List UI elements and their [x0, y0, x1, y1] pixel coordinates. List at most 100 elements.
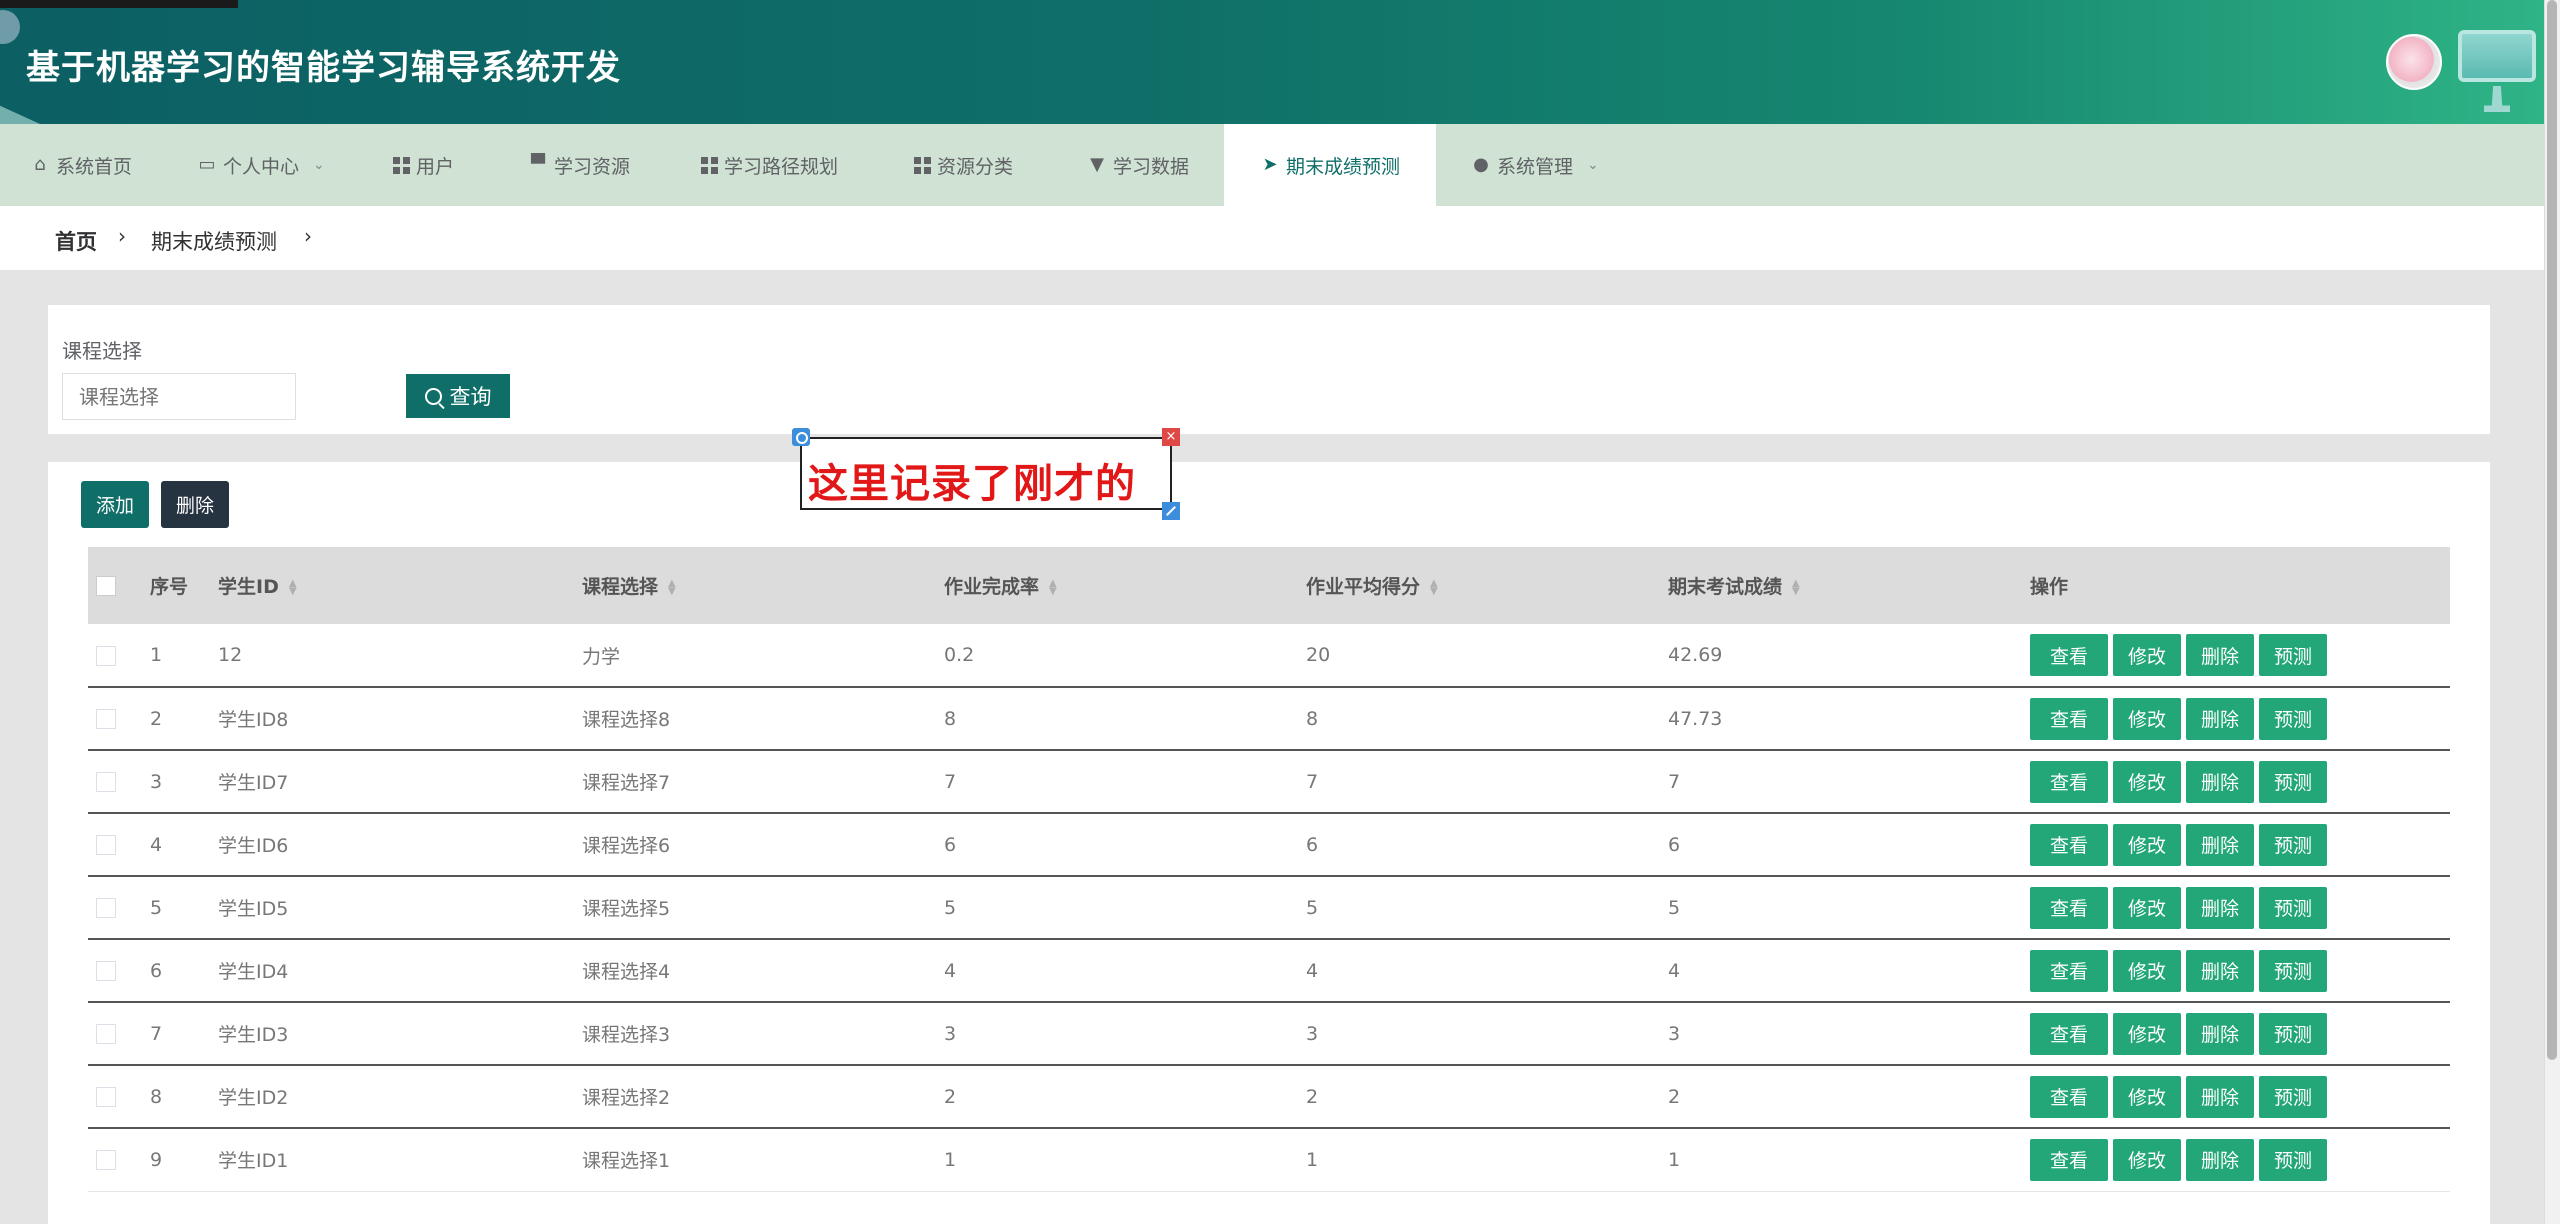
- header-completion-rate[interactable]: 作业完成率 ▲ ▼: [944, 547, 1306, 624]
- breadcrumb-current[interactable]: 期末成绩预测: [151, 226, 277, 256]
- header-final-score-label: 期末考试成绩: [1668, 576, 1783, 598]
- sort-icon[interactable]: ▲ ▼: [1049, 578, 1057, 596]
- delete-button[interactable]: 删除: [2186, 634, 2254, 676]
- delete-button[interactable]: 删除: [2186, 697, 2254, 740]
- nav-learning-path[interactable]: 学习路径规划: [701, 124, 838, 206]
- header-completion-rate-label: 作业完成率: [944, 576, 1040, 598]
- nav-label: 个人中心: [223, 155, 300, 178]
- delete-button[interactable]: 删除: [2186, 1012, 2254, 1055]
- cell-course: 课程选择8: [582, 687, 944, 751]
- cell-completion-rate: 1: [944, 1128, 1306, 1192]
- grid-icon: [393, 156, 410, 174]
- row-checkbox[interactable]: [96, 1150, 116, 1171]
- nav-resource-category[interactable]: 资源分类: [914, 124, 1013, 206]
- nav-label: 系统管理: [1497, 155, 1574, 178]
- row-checkbox[interactable]: [96, 835, 116, 855]
- nav-label: 学习资源: [554, 155, 631, 178]
- nav-learning-data[interactable]: ▼ 学习数据: [1087, 124, 1189, 206]
- scrollbar-thumb[interactable]: [2547, 0, 2557, 1060]
- table-row: 3 学生ID7 课程选择7 7 7 7 查看 修改 删除 预测: [88, 750, 2450, 814]
- delete-button[interactable]: 删除: [2186, 949, 2254, 992]
- row-select-cell: [88, 624, 150, 688]
- nav-learning-resources[interactable]: ▀ 学习资源: [528, 124, 630, 206]
- header-avg-score[interactable]: 作业平均得分 ▲ ▼: [1306, 547, 1668, 624]
- course-select-input[interactable]: [62, 373, 296, 420]
- row-checkbox[interactable]: [96, 709, 116, 729]
- view-button[interactable]: 查看: [2030, 760, 2108, 803]
- nav-home[interactable]: ⌂ 系统首页: [30, 124, 132, 206]
- cell-index: 5: [150, 876, 218, 940]
- cell-avg-score: 7: [1306, 750, 1668, 814]
- predict-button[interactable]: 预测: [2259, 823, 2327, 866]
- header-final-score[interactable]: 期末考试成绩 ▲ ▼: [1668, 547, 2030, 624]
- view-button[interactable]: 查看: [2030, 1138, 2108, 1181]
- predict-button[interactable]: 预测: [2259, 1012, 2327, 1055]
- cell-course: 课程选择5: [582, 876, 944, 940]
- edit-button[interactable]: 修改: [2113, 1075, 2181, 1118]
- row-checkbox[interactable]: [96, 898, 116, 918]
- edit-button[interactable]: 修改: [2113, 1138, 2181, 1181]
- header-student-id[interactable]: 学生ID ▲ ▼: [218, 547, 582, 624]
- row-checkbox[interactable]: [96, 961, 116, 981]
- add-button[interactable]: 添加: [81, 481, 149, 528]
- row-checkbox[interactable]: [96, 772, 116, 792]
- avatar[interactable]: [2386, 34, 2442, 90]
- header-course[interactable]: 课程选择 ▲ ▼: [582, 547, 944, 624]
- sort-icon[interactable]: ▲ ▼: [668, 578, 676, 596]
- sort-icon[interactable]: ▲ ▼: [1430, 578, 1438, 596]
- nav-final-score-prediction[interactable]: ➤ 期末成绩预测: [1224, 124, 1436, 206]
- edit-button[interactable]: 修改: [2113, 760, 2181, 803]
- predict-button[interactable]: 预测: [2259, 1075, 2327, 1118]
- edit-button[interactable]: 修改: [2113, 949, 2181, 992]
- breadcrumb-separator: ›: [118, 224, 126, 248]
- cell-completion-rate: 5: [944, 876, 1306, 940]
- nav-personal-center[interactable]: ▭ 个人中心 ⌄: [197, 124, 324, 206]
- predict-button[interactable]: 预测: [2259, 634, 2327, 676]
- predict-button[interactable]: 预测: [2259, 760, 2327, 803]
- row-checkbox[interactable]: [96, 1024, 116, 1044]
- delete-button[interactable]: 删除: [2186, 760, 2254, 803]
- view-button[interactable]: 查看: [2030, 886, 2108, 929]
- bulk-delete-button[interactable]: 删除: [161, 481, 229, 528]
- query-button[interactable]: 查询: [406, 374, 510, 418]
- row-select-cell: [88, 939, 150, 1003]
- nav-system-management[interactable]: ● 系统管理 ⌄: [1471, 124, 1599, 206]
- delete-button[interactable]: 删除: [2186, 1075, 2254, 1118]
- predict-button[interactable]: 预测: [2259, 697, 2327, 740]
- edit-button[interactable]: 修改: [2113, 1012, 2181, 1055]
- predict-button[interactable]: 预测: [2259, 1138, 2327, 1181]
- edit-button[interactable]: 修改: [2113, 823, 2181, 866]
- view-button[interactable]: 查看: [2030, 1075, 2108, 1118]
- sort-icon[interactable]: ▲ ▼: [1792, 578, 1800, 596]
- edit-button[interactable]: 修改: [2113, 697, 2181, 740]
- resize-handle-icon[interactable]: [1162, 502, 1180, 520]
- cell-index: 7: [150, 1002, 218, 1066]
- sort-icon[interactable]: ▲ ▼: [289, 578, 297, 596]
- table-row: 9 学生ID1 课程选择1 1 1 1 查看 修改 删除 预测: [88, 1128, 2450, 1192]
- predict-button[interactable]: 预测: [2259, 949, 2327, 992]
- rotate-handle-icon[interactable]: [792, 428, 810, 446]
- nav-users[interactable]: 用户: [393, 124, 454, 206]
- row-checkbox[interactable]: [96, 645, 116, 666]
- delete-button[interactable]: 删除: [2186, 886, 2254, 929]
- home-icon: ⌂: [34, 154, 46, 175]
- row-checkbox[interactable]: [96, 1087, 116, 1107]
- view-button[interactable]: 查看: [2030, 1012, 2108, 1055]
- row-select-cell: [88, 876, 150, 940]
- view-button[interactable]: 查看: [2030, 949, 2108, 992]
- cell-index: 9: [150, 1128, 218, 1192]
- select-all-checkbox[interactable]: [96, 576, 116, 596]
- annotation-text: 这里记录了刚才的: [808, 461, 1136, 507]
- close-icon[interactable]: ×: [1162, 428, 1180, 446]
- delete-button[interactable]: 删除: [2186, 823, 2254, 866]
- view-button[interactable]: 查看: [2030, 823, 2108, 866]
- predict-button[interactable]: 预测: [2259, 886, 2327, 929]
- text-annotation-box[interactable]: 这里记录了刚才的: [800, 437, 1172, 510]
- cell-completion-rate: 3: [944, 1002, 1306, 1066]
- breadcrumb-home[interactable]: 首页: [55, 226, 97, 256]
- edit-button[interactable]: 修改: [2113, 886, 2181, 929]
- edit-button[interactable]: 修改: [2113, 634, 2181, 676]
- delete-button[interactable]: 删除: [2186, 1138, 2254, 1181]
- view-button[interactable]: 查看: [2030, 697, 2108, 740]
- view-button[interactable]: 查看: [2030, 634, 2108, 676]
